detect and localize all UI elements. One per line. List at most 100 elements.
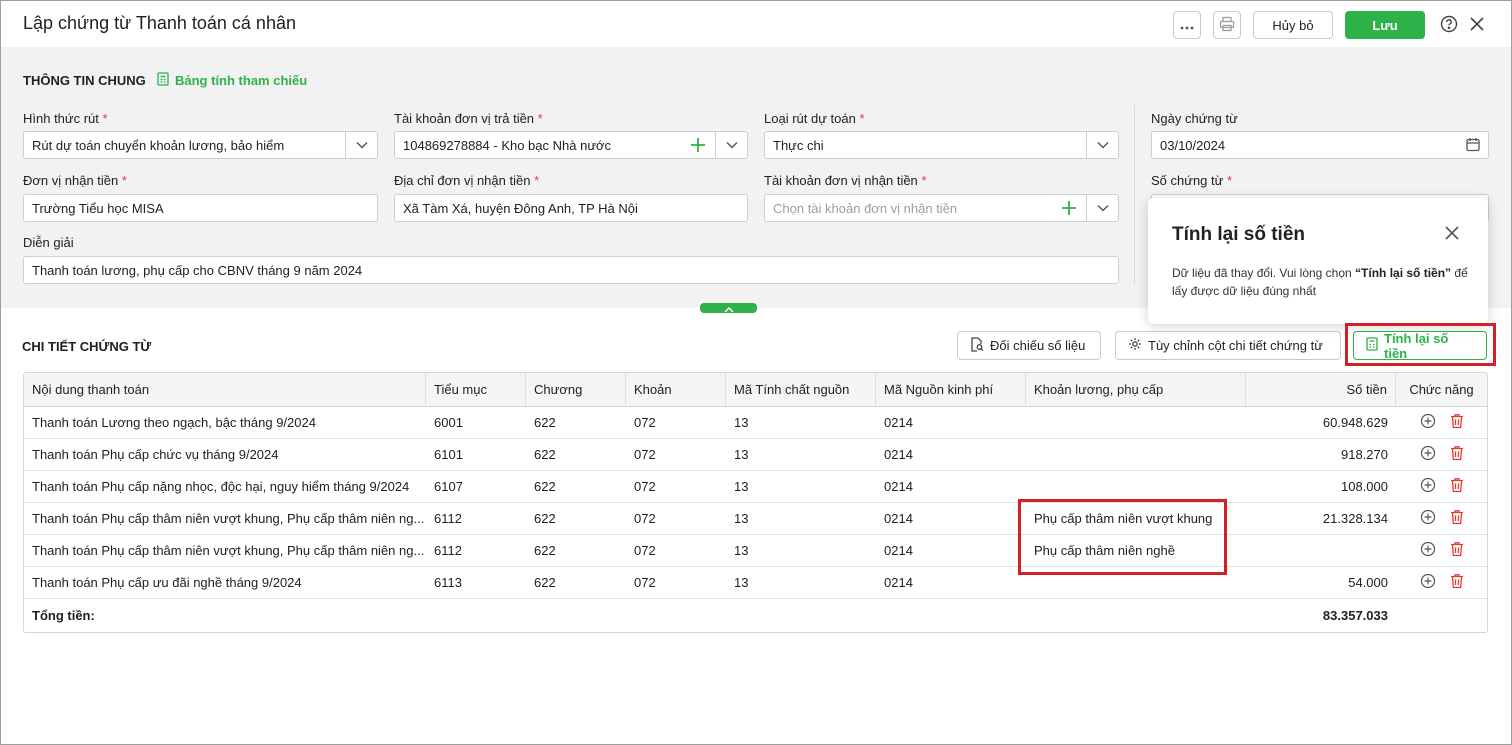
cell-so-tien[interactable] bbox=[1246, 535, 1396, 566]
cell-tinh-chat[interactable]: 13 bbox=[726, 567, 876, 598]
trash-icon[interactable] bbox=[1450, 509, 1464, 528]
table-row[interactable]: Thanh toán Lương theo ngạch, bậc tháng 9… bbox=[24, 407, 1487, 439]
cell-khoan[interactable]: 072 bbox=[626, 567, 726, 598]
more-button[interactable] bbox=[1173, 11, 1201, 39]
cell-chuong[interactable]: 622 bbox=[526, 407, 626, 438]
cell-so-tien[interactable]: 108.000 bbox=[1246, 471, 1396, 502]
cell-so-tien[interactable]: 54.000 bbox=[1246, 567, 1396, 598]
close-button[interactable] bbox=[1467, 15, 1487, 35]
cell-phu-cap[interactable]: Phụ cấp thâm niên nghề bbox=[1026, 535, 1246, 566]
compare-data-button[interactable]: Đối chiếu số liệu bbox=[957, 331, 1101, 360]
trash-icon[interactable] bbox=[1450, 477, 1464, 496]
cell-phu-cap[interactable]: Phụ cấp thâm niên vượt khung bbox=[1026, 503, 1246, 534]
cell-nguon[interactable]: 0214 bbox=[876, 535, 1026, 566]
add-circle-icon[interactable] bbox=[1420, 445, 1436, 464]
calendar-icon[interactable] bbox=[1466, 137, 1480, 155]
cell-content[interactable]: Thanh toán Phụ cấp ưu đãi nghề tháng 9/2… bbox=[24, 567, 426, 598]
voucher-date-input[interactable]: 03/10/2024 bbox=[1151, 131, 1489, 159]
add-circle-icon[interactable] bbox=[1420, 509, 1436, 528]
withdraw-type-select[interactable]: Rút dự toán chuyển khoản lương, bảo hiểm bbox=[23, 131, 378, 159]
cell-khoan[interactable]: 072 bbox=[626, 503, 726, 534]
customize-columns-button[interactable]: Tùy chỉnh cột chi tiết chứng từ bbox=[1115, 331, 1341, 360]
print-button[interactable] bbox=[1213, 11, 1241, 39]
cell-content[interactable]: Thanh toán Phụ cấp thâm niên vượt khung,… bbox=[24, 503, 426, 534]
cell-nguon[interactable]: 0214 bbox=[876, 439, 1026, 470]
cell-so-tien[interactable]: 918.270 bbox=[1246, 439, 1396, 470]
cell-khoan[interactable]: 072 bbox=[626, 407, 726, 438]
save-button[interactable]: Lưu bbox=[1345, 11, 1425, 39]
cell-tinh-chat[interactable]: 13 bbox=[726, 535, 876, 566]
table-row[interactable]: Thanh toán Phụ cấp ưu đãi nghề tháng 9/2… bbox=[24, 567, 1487, 599]
cell-chuong[interactable]: 622 bbox=[526, 471, 626, 502]
trash-icon[interactable] bbox=[1450, 541, 1464, 560]
add-circle-icon[interactable] bbox=[1420, 477, 1436, 496]
trash-icon[interactable] bbox=[1450, 445, 1464, 464]
add-circle-icon[interactable] bbox=[1420, 413, 1436, 432]
cell-so-tien[interactable]: 60.948.629 bbox=[1246, 407, 1396, 438]
column-header[interactable]: Khoản lương, phụ cấp bbox=[1026, 373, 1246, 406]
description-input[interactable]: Thanh toán lương, phụ cấp cho CBNV tháng… bbox=[23, 256, 1119, 284]
column-header[interactable]: Chương bbox=[526, 373, 626, 406]
cell-tieu-muc[interactable]: 6112 bbox=[426, 503, 526, 534]
cell-khoan[interactable]: 072 bbox=[626, 535, 726, 566]
cell-tieu-muc[interactable]: 6107 bbox=[426, 471, 526, 502]
column-header[interactable]: Nội dung thanh toán bbox=[24, 373, 426, 406]
recipient-unit-input[interactable]: Trường Tiểu học MISA bbox=[23, 194, 378, 222]
cell-chuong[interactable]: 622 bbox=[526, 567, 626, 598]
cell-chuong[interactable]: 622 bbox=[526, 535, 626, 566]
cell-tieu-muc[interactable]: 6001 bbox=[426, 407, 526, 438]
cell-phu-cap[interactable] bbox=[1026, 407, 1246, 438]
estimate-type-select[interactable]: Thực chi bbox=[764, 131, 1119, 159]
cell-khoan[interactable]: 072 bbox=[626, 439, 726, 470]
cell-content[interactable]: Thanh toán Phụ cấp nặng nhọc, độc hại, n… bbox=[24, 471, 426, 502]
cell-tieu-muc[interactable]: 6112 bbox=[426, 535, 526, 566]
chevron-down-icon[interactable] bbox=[1086, 132, 1118, 158]
cell-tinh-chat[interactable]: 13 bbox=[726, 503, 876, 534]
column-header[interactable]: Khoản bbox=[626, 373, 726, 406]
cell-content[interactable]: Thanh toán Phụ cấp thâm niên vượt khung,… bbox=[24, 535, 426, 566]
cell-tinh-chat[interactable]: 13 bbox=[726, 471, 876, 502]
recipient-address-input[interactable]: Xã Tàm Xá, huyện Đông Anh, TP Hà Nội bbox=[394, 194, 748, 222]
payer-account-select[interactable]: 104869278884 - Kho bạc Nhà nước bbox=[394, 131, 748, 159]
cell-nguon[interactable]: 0214 bbox=[876, 503, 1026, 534]
table-row[interactable]: Thanh toán Phụ cấp chức vụ tháng 9/2024 6… bbox=[24, 439, 1487, 471]
table-row[interactable]: Thanh toán Phụ cấp thâm niên vượt khung,… bbox=[24, 535, 1487, 567]
cell-khoan[interactable]: 072 bbox=[626, 471, 726, 502]
cell-chuong[interactable]: 622 bbox=[526, 503, 626, 534]
chevron-down-icon[interactable] bbox=[1086, 195, 1118, 221]
cell-phu-cap[interactable] bbox=[1026, 567, 1246, 598]
cell-nguon[interactable]: 0214 bbox=[876, 407, 1026, 438]
trash-icon[interactable] bbox=[1450, 573, 1464, 592]
cell-tinh-chat[interactable]: 13 bbox=[726, 407, 876, 438]
trash-icon[interactable] bbox=[1450, 413, 1464, 432]
column-header[interactable]: Mã Tính chất nguồn bbox=[726, 373, 876, 406]
cell-tieu-muc[interactable]: 6101 bbox=[426, 439, 526, 470]
reference-sheet-link[interactable]: Bảng tính tham chiếu bbox=[157, 72, 307, 89]
column-header[interactable]: Tiểu mục bbox=[426, 373, 526, 406]
chevron-down-icon[interactable] bbox=[345, 132, 377, 158]
cell-tinh-chat[interactable]: 13 bbox=[726, 439, 876, 470]
table-row[interactable]: Thanh toán Phụ cấp nặng nhọc, độc hại, n… bbox=[24, 471, 1487, 503]
collapse-section-button[interactable] bbox=[700, 303, 757, 313]
column-header[interactable]: Số tiền bbox=[1246, 373, 1396, 406]
cell-nguon[interactable]: 0214 bbox=[876, 471, 1026, 502]
cell-content[interactable]: Thanh toán Lương theo ngạch, bậc tháng 9… bbox=[24, 407, 426, 438]
column-header[interactable]: Mã Nguồn kinh phí bbox=[876, 373, 1026, 406]
cancel-button[interactable]: Hủy bỏ bbox=[1253, 11, 1333, 39]
cell-tieu-muc[interactable]: 6113 bbox=[426, 567, 526, 598]
add-circle-icon[interactable] bbox=[1420, 573, 1436, 592]
recalculate-button[interactable]: Tính lại số tiền bbox=[1353, 331, 1487, 361]
table-row[interactable]: Thanh toán Phụ cấp thâm niên vượt khung,… bbox=[24, 503, 1487, 535]
cell-chuong[interactable]: 622 bbox=[526, 439, 626, 470]
cell-content[interactable]: Thanh toán Phụ cấp chức vụ tháng 9/2024 bbox=[24, 439, 426, 470]
recipient-account-select[interactable]: Chọn tài khoản đơn vị nhận tiền bbox=[764, 194, 1119, 222]
add-icon[interactable] bbox=[689, 136, 707, 154]
help-button[interactable] bbox=[1439, 15, 1459, 35]
add-circle-icon[interactable] bbox=[1420, 541, 1436, 560]
popover-close-button[interactable] bbox=[1442, 224, 1462, 244]
cell-phu-cap[interactable] bbox=[1026, 439, 1246, 470]
cell-nguon[interactable]: 0214 bbox=[876, 567, 1026, 598]
chevron-down-icon[interactable] bbox=[715, 132, 747, 158]
cell-phu-cap[interactable] bbox=[1026, 471, 1246, 502]
cell-so-tien[interactable]: 21.328.134 bbox=[1246, 503, 1396, 534]
